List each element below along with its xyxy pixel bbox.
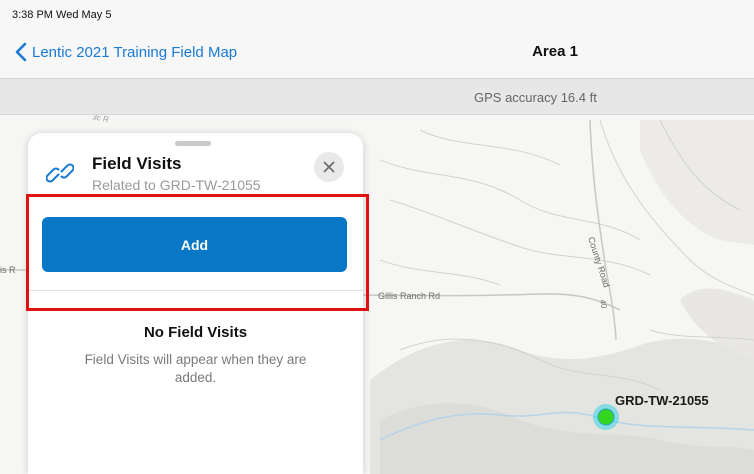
chevron-left-icon <box>15 42 27 62</box>
link-icon <box>46 163 74 183</box>
gps-accuracy-bar: GPS accuracy 16.4 ft <box>0 78 754 115</box>
status-bar: 3:38 PM Wed May 5 <box>0 0 754 30</box>
empty-state-description: Field Visits will appear when they are a… <box>84 352 307 385</box>
back-button[interactable]: Lentic 2021 Training Field Map <box>14 42 237 62</box>
add-button[interactable]: Add <box>42 217 347 272</box>
page-title: Area 1 <box>532 43 578 60</box>
panel-title: Field Visits <box>92 154 182 173</box>
feature-label: GRD-TW-21055 <box>615 393 709 408</box>
map-label-left-edge: is R <box>0 265 16 275</box>
gps-accuracy-text: GPS accuracy 16.4 ft <box>474 90 597 105</box>
drag-handle[interactable] <box>175 141 211 146</box>
field-visits-panel: Field Visits Related to GRD-TW-21055 Add… <box>28 133 363 474</box>
divider <box>28 290 363 291</box>
status-time: 3:38 PM Wed May 5 <box>12 9 112 21</box>
navigation-bar: Lentic 2021 Training Field Map Area 1 <box>0 30 754 78</box>
panel-subtitle: Related to GRD-TW-21055 <box>92 177 261 193</box>
close-icon <box>323 161 335 173</box>
feature-marker[interactable] <box>597 408 615 426</box>
road-label-gillis: Gillis Ranch Rd <box>378 291 440 301</box>
empty-state-title: No Field Visits <box>143 324 248 341</box>
back-button-label: Lentic 2021 Training Field Map <box>32 43 238 61</box>
close-button[interactable] <box>314 152 344 182</box>
